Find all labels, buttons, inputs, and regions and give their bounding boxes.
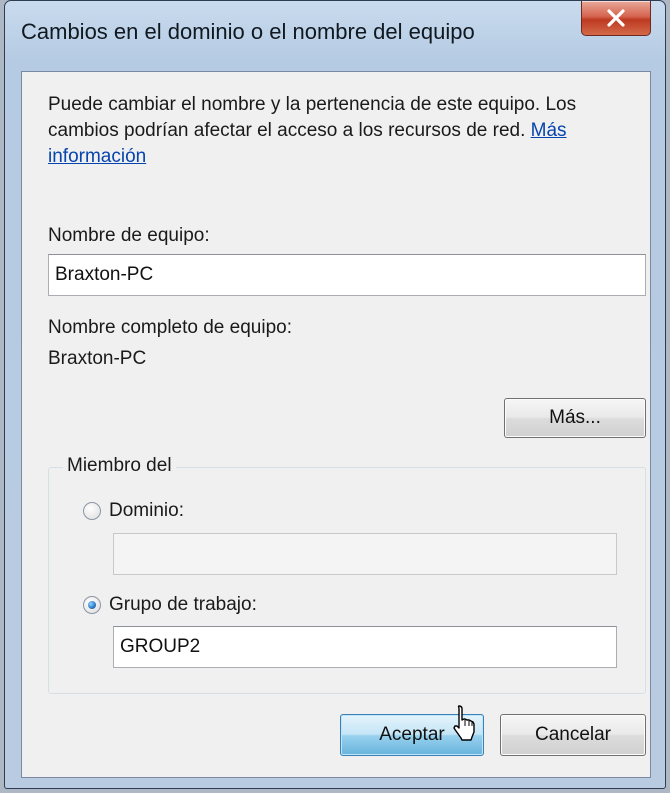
full-name-value: Braxton-PC	[48, 348, 147, 369]
domain-input[interactable]	[113, 533, 617, 575]
computer-name-input[interactable]: Braxton-PC	[48, 254, 646, 296]
workgroup-radio-option[interactable]: Grupo de trabajo:	[83, 594, 257, 616]
dialog-title: Cambios en el dominio o el nombre del eq…	[21, 19, 475, 44]
workgroup-label: Grupo de trabajo:	[109, 594, 257, 615]
close-icon	[607, 9, 625, 27]
workgroup-input[interactable]: GROUP2	[113, 626, 617, 668]
cancel-button[interactable]: Cancelar	[500, 714, 646, 756]
dialog-window: Cambios en el dominio o el nombre del eq…	[4, 0, 666, 789]
dialog-body: Puede cambiar el nombre y la pertenencia…	[21, 71, 651, 778]
domain-label: Dominio:	[109, 500, 184, 521]
workgroup-radio-button[interactable]	[83, 596, 101, 614]
computer-name-label: Nombre de equipo:	[48, 225, 210, 246]
full-name-label: Nombre completo de equipo:	[48, 317, 292, 338]
domain-radio-option[interactable]: Dominio:	[83, 500, 184, 522]
title-bar[interactable]: Cambios en el dominio o el nombre del eq…	[5, 1, 665, 71]
member-of-legend: Miembro del	[63, 455, 176, 477]
more-button[interactable]: Más...	[504, 398, 646, 438]
mouse-cursor-icon	[453, 705, 475, 741]
member-of-groupbox: Miembro del Dominio: Grupo de trabajo: G…	[48, 455, 646, 694]
domain-radio-button[interactable]	[83, 502, 101, 520]
description-body: Puede cambiar el nombre y la pertenencia…	[48, 94, 577, 141]
description-text: Puede cambiar el nombre y la pertenencia…	[48, 92, 648, 170]
close-button[interactable]	[581, 1, 651, 36]
